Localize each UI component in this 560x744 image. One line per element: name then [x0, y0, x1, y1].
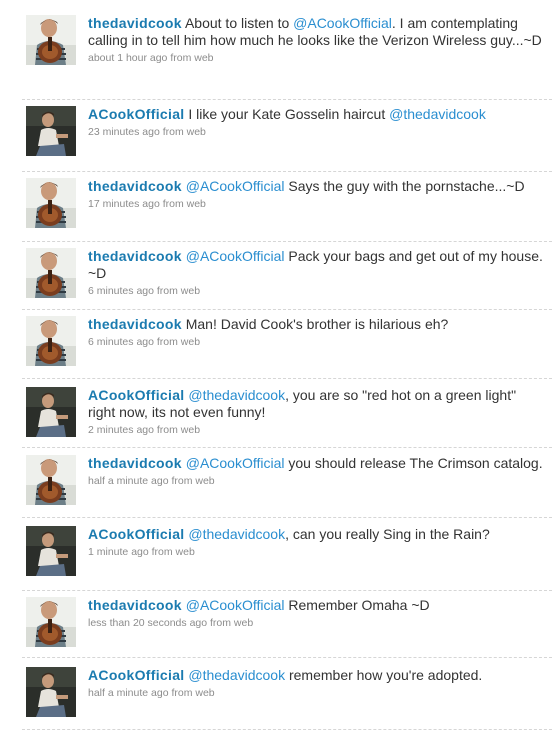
- tweet-username-link[interactable]: thedavidcook: [88, 597, 182, 613]
- mention-link[interactable]: @ACookOfficial: [186, 178, 285, 194]
- tweet-text: Says the guy with the pornstache...~D: [284, 178, 525, 194]
- mention-link[interactable]: @ACookOfficial: [186, 455, 285, 471]
- tweet-timestamp[interactable]: 2 minutes ago from web: [88, 423, 543, 437]
- tweet-username-link[interactable]: thedavidcook: [88, 248, 182, 264]
- tweet-timestamp[interactable]: about 1 hour ago from web: [88, 51, 543, 65]
- tweet-text: Remember Omaha ~D: [284, 597, 430, 613]
- tweet-text: you should release The Crimson catalog.: [284, 455, 543, 471]
- tweet-timestamp[interactable]: half a minute ago from web: [88, 686, 543, 700]
- sitting-guy-avatar[interactable]: [26, 667, 76, 717]
- guitar-guy-avatar[interactable]: [26, 316, 76, 366]
- guitar-guy-avatar[interactable]: [26, 178, 76, 228]
- tweet-content: thedavidcook @ACookOfficial Pack your ba…: [88, 248, 543, 298]
- mention-link[interactable]: @thedavidcook: [188, 387, 285, 403]
- mention-link[interactable]: @thedavidcook: [188, 667, 285, 683]
- tweet-username-link[interactable]: ACookOfficial: [88, 526, 184, 542]
- tweet-username-link[interactable]: thedavidcook: [88, 455, 182, 471]
- tweet-text: About to listen to: [181, 15, 294, 31]
- tweet-timestamp[interactable]: 1 minute ago from web: [88, 545, 543, 559]
- tweet-item: ACookOfficial I like your Kate Gosselin …: [22, 106, 552, 172]
- tweet-username-link[interactable]: thedavidcook: [88, 15, 182, 31]
- tweet-timestamp[interactable]: 17 minutes ago from web: [88, 197, 543, 211]
- mention-link[interactable]: @thedavidcook: [389, 106, 486, 122]
- tweet-item: thedavidcook Man! David Cook's brother i…: [22, 316, 552, 379]
- guitar-guy-avatar[interactable]: [26, 597, 76, 647]
- tweet-content: thedavidcook Man! David Cook's brother i…: [88, 316, 543, 349]
- tweet-timestamp[interactable]: 6 minutes ago from web: [88, 284, 543, 298]
- sitting-guy-avatar[interactable]: [26, 387, 76, 437]
- tweet-text: Man! David Cook's brother is hilarious e…: [181, 316, 449, 332]
- tweet-item: thedavidcook About to listen to @ACookOf…: [22, 15, 552, 100]
- tweet-item: thedavidcook @ACookOfficial you should r…: [22, 455, 552, 518]
- guitar-guy-avatar[interactable]: [26, 15, 76, 65]
- mention-link[interactable]: @thedavidcook: [188, 526, 285, 542]
- tweet-content: thedavidcook About to listen to @ACookOf…: [88, 15, 543, 65]
- tweet-item: thedavidcook @ACookOfficial Says the guy…: [22, 178, 552, 242]
- tweet-item: ACookOfficial @thedavidcook, can you rea…: [22, 526, 552, 591]
- tweet-item: ACookOfficial @thedavidcook remember how…: [22, 667, 552, 730]
- mention-link[interactable]: @ACookOfficial: [186, 248, 285, 264]
- tweet-text: , can you really Sing in the Rain?: [285, 526, 490, 542]
- tweet-content: ACookOfficial I like your Kate Gosselin …: [88, 106, 543, 139]
- tweet-timestamp[interactable]: 6 minutes ago from web: [88, 335, 543, 349]
- tweet-username-link[interactable]: ACookOfficial: [88, 667, 184, 683]
- tweet-username-link[interactable]: ACookOfficial: [88, 106, 184, 122]
- guitar-guy-avatar[interactable]: [26, 248, 76, 298]
- tweet-username-link[interactable]: thedavidcook: [88, 316, 182, 332]
- mention-link[interactable]: @ACookOfficial: [186, 597, 285, 613]
- sitting-guy-avatar[interactable]: [26, 106, 76, 156]
- tweet-content: ACookOfficial @thedavidcook, can you rea…: [88, 526, 543, 559]
- mention-link[interactable]: @ACookOfficial: [293, 15, 392, 31]
- tweet-content: thedavidcook @ACookOfficial Says the guy…: [88, 178, 543, 211]
- tweet-timestamp[interactable]: 23 minutes ago from web: [88, 125, 543, 139]
- tweet-item: ACookOfficial @thedavidcook, you are so …: [22, 387, 552, 448]
- tweet-username-link[interactable]: ACookOfficial: [88, 387, 184, 403]
- sitting-guy-avatar[interactable]: [26, 526, 76, 576]
- tweet-content: ACookOfficial @thedavidcook remember how…: [88, 667, 543, 700]
- tweet-timestamp[interactable]: half a minute ago from web: [88, 474, 543, 488]
- tweet-text: remember how you're adopted.: [285, 667, 483, 683]
- tweet-content: thedavidcook @ACookOfficial you should r…: [88, 455, 543, 488]
- tweet-content: thedavidcook @ACookOfficial Remember Oma…: [88, 597, 543, 630]
- tweet-item: thedavidcook @ACookOfficial Remember Oma…: [22, 597, 552, 658]
- guitar-guy-avatar[interactable]: [26, 455, 76, 505]
- tweet-content: ACookOfficial @thedavidcook, you are so …: [88, 387, 543, 437]
- tweet-timestamp[interactable]: less than 20 seconds ago from web: [88, 616, 543, 630]
- tweet-username-link[interactable]: thedavidcook: [88, 178, 182, 194]
- tweet-text: I like your Kate Gosselin haircut: [184, 106, 390, 122]
- tweet-item: thedavidcook @ACookOfficial Pack your ba…: [22, 248, 552, 310]
